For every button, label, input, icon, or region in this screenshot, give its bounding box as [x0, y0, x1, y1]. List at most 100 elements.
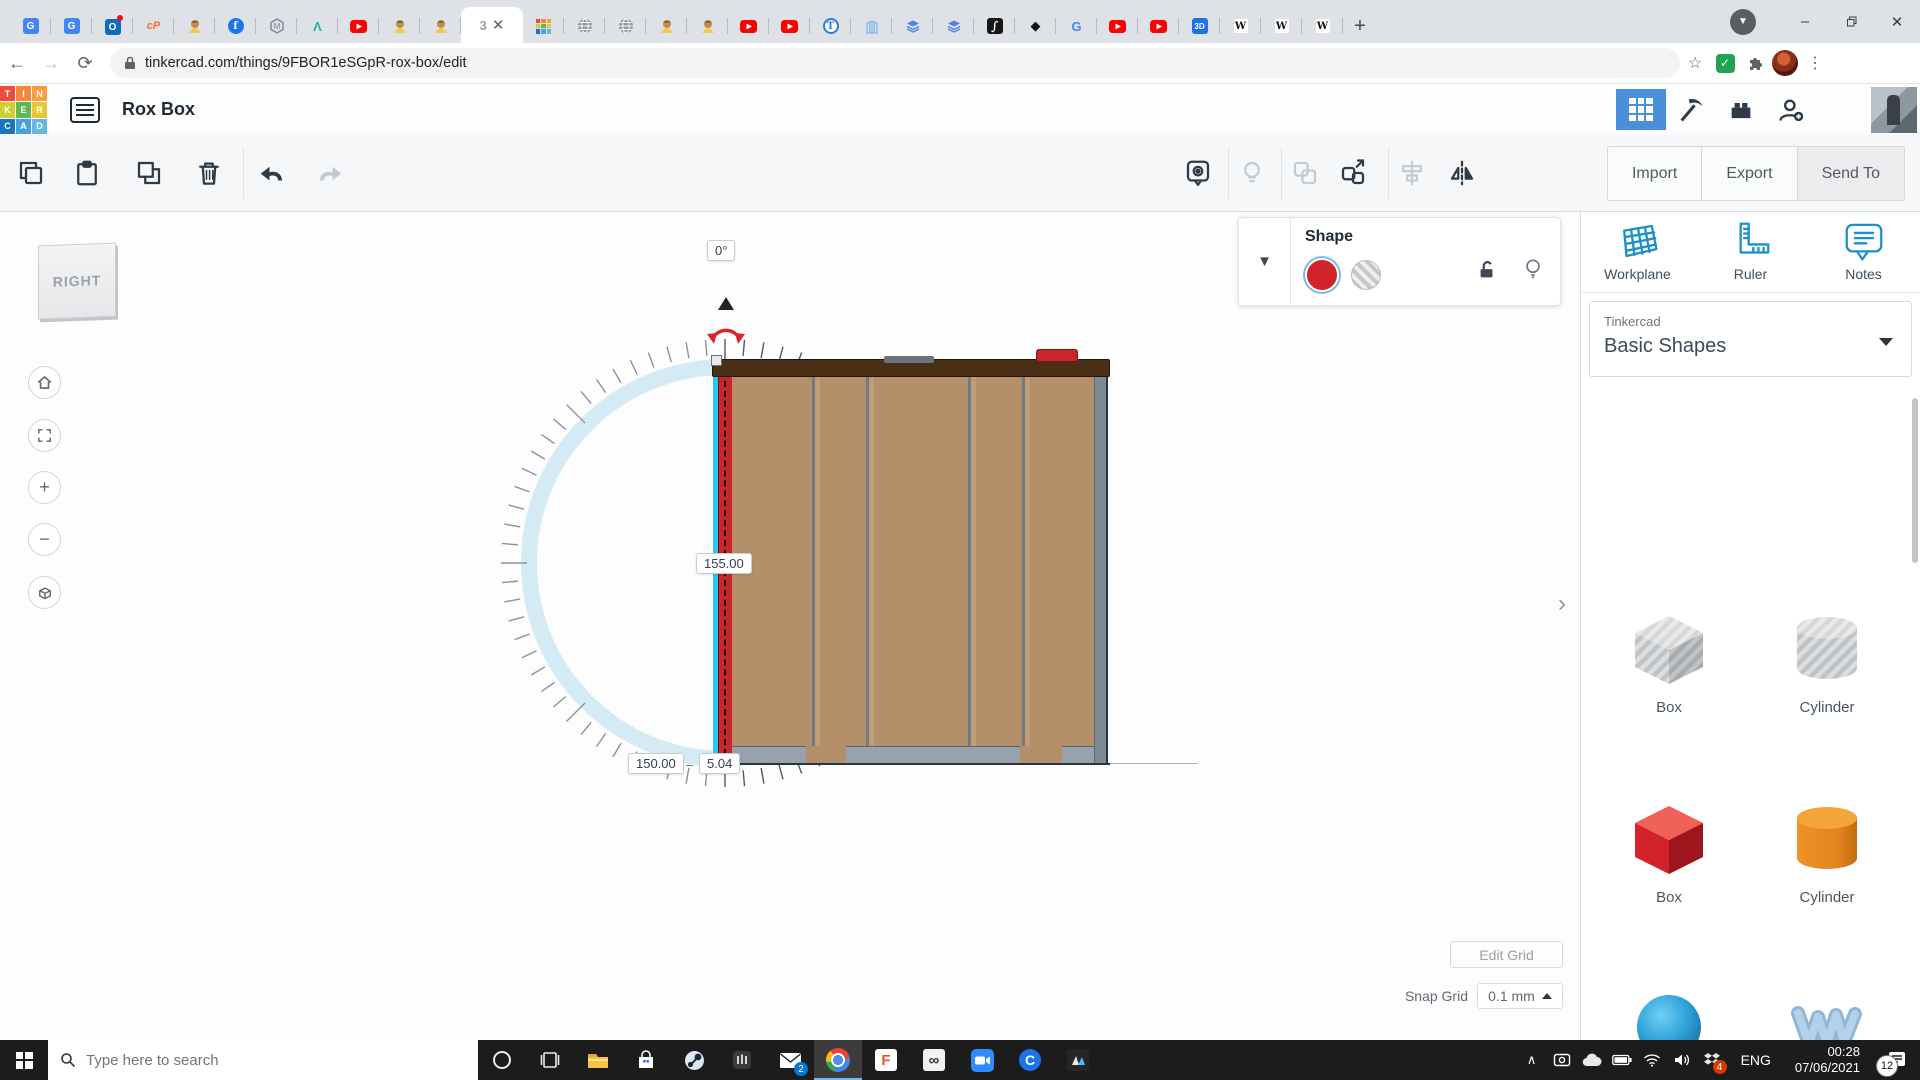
tray-volume-icon[interactable] [1667, 1040, 1697, 1080]
view-cube[interactable]: RIGHT [38, 243, 116, 320]
tab-google-translate[interactable]: G [10, 9, 51, 43]
extensions-puzzle-icon[interactable] [1740, 48, 1770, 78]
dimension-height-field[interactable]: 155.00 [696, 553, 752, 574]
taskbar-search[interactable] [48, 1040, 478, 1080]
language-indicator[interactable]: ENG [1731, 1052, 1781, 1068]
taskbar-steam[interactable] [670, 1040, 718, 1080]
dimension-width-field[interactable]: 150.00 [628, 753, 684, 774]
search-input[interactable] [86, 1052, 446, 1069]
minimize-button[interactable]: – [1782, 4, 1828, 40]
tray-tray-expand-icon[interactable]: ∧ [1517, 1040, 1547, 1080]
tab-library-site[interactable] [892, 9, 933, 43]
duplicate-icon[interactable] [131, 155, 167, 191]
tab-tinkercad-editor[interactable]: 3✕ [461, 7, 523, 43]
copy-icon[interactable] [13, 155, 49, 191]
tab-thingiverse[interactable]: T [810, 9, 851, 43]
scale-handle[interactable] [711, 355, 722, 366]
sidebar-tool-ruler[interactable]: Ruler [1694, 220, 1807, 282]
taskbar-file-explorer[interactable] [574, 1040, 622, 1080]
tray-wifi-icon[interactable] [1637, 1040, 1667, 1080]
undo-icon[interactable] [254, 155, 290, 191]
close-button[interactable]: ✕ [1874, 4, 1920, 40]
bookmark-star-icon[interactable]: ☆ [1680, 48, 1710, 78]
notification-center[interactable]: 12 [1874, 1040, 1920, 1080]
tray-meet-now-icon[interactable] [1547, 1040, 1577, 1080]
tab-wikipedia[interactable]: W [1302, 9, 1343, 43]
tab-cpanel[interactable]: cP [133, 9, 174, 43]
rotation-angle-field[interactable]: 0° [707, 240, 735, 261]
tray-dropbox-icon[interactable]: 4 [1697, 1040, 1727, 1080]
group-icon[interactable] [1287, 155, 1323, 191]
taskbar-task-view[interactable] [526, 1040, 574, 1080]
back-icon[interactable]: ← [0, 46, 34, 80]
tab-3d-site[interactable]: 3D [1179, 9, 1220, 43]
tab-mascot-site[interactable] [174, 9, 215, 43]
tab-inkscape[interactable]: ◆ [1015, 9, 1056, 43]
tab-close-icon[interactable]: ✕ [492, 18, 505, 33]
browser-avatar[interactable] [1770, 48, 1800, 78]
blocks-view-button[interactable] [1616, 89, 1666, 130]
shape-cylinder-orange[interactable]: Cylinder [1767, 800, 1887, 906]
import-button[interactable]: Import [1608, 147, 1702, 200]
tab-youtube[interactable] [1097, 9, 1138, 43]
lightbulb-icon[interactable] [1522, 256, 1544, 287]
edit-grid-button[interactable]: Edit Grid [1450, 941, 1563, 968]
dimension-gap-field[interactable]: 5.04 [699, 753, 740, 774]
mirror-icon[interactable] [1444, 155, 1480, 191]
tab-autodesk[interactable]: Λ [297, 9, 338, 43]
redo-icon[interactable] [312, 155, 348, 191]
taskbar-app-c[interactable]: C [1006, 1040, 1054, 1080]
tab-google-translate[interactable]: G [51, 9, 92, 43]
zoom-in-button[interactable]: + [28, 471, 61, 504]
rotate-handle-icon[interactable] [704, 320, 748, 346]
paste-icon[interactable] [69, 155, 105, 191]
zoom-out-button[interactable]: − [28, 523, 61, 556]
tab-library-site[interactable] [933, 9, 974, 43]
shape-cube-red[interactable]: Box [1609, 800, 1729, 906]
tray-battery-icon[interactable] [1607, 1040, 1637, 1080]
delete-icon[interactable] [191, 155, 227, 191]
tinkercad-logo[interactable]: TINKERCAD [0, 86, 47, 134]
tab-web-page[interactable] [605, 9, 646, 43]
tab-youtube[interactable] [728, 9, 769, 43]
sidebar-collapse-icon[interactable]: › [1558, 590, 1566, 618]
new-tab-button[interactable]: + [1343, 9, 1377, 43]
sidebar-tool-workplane[interactable]: Workplane [1581, 220, 1694, 282]
sidebar-scrollbar[interactable] [1912, 398, 1918, 563]
export-button[interactable]: Export [1702, 147, 1797, 200]
user-avatar[interactable] [1871, 87, 1917, 133]
taskbar-mail[interactable]: 2 [766, 1040, 814, 1080]
url-bar[interactable]: tinkercad.com/things/9FBOR1eSGpR-rox-box… [110, 48, 1680, 78]
tab-mascot-site[interactable] [646, 9, 687, 43]
color-swatch-selected[interactable] [1305, 258, 1339, 292]
tab-facebook[interactable]: f [215, 9, 256, 43]
tab-mascot-site[interactable] [420, 9, 461, 43]
taskbar-app-f[interactable]: F [862, 1040, 910, 1080]
shape-library-dropdown[interactable]: Tinkercad Basic Shapes [1589, 301, 1912, 377]
tab-blue-app[interactable] [851, 9, 892, 43]
taskbar-chrome[interactable] [814, 1040, 862, 1080]
tab-google[interactable]: G [1056, 9, 1097, 43]
extension-check-icon[interactable]: ✓ [1710, 48, 1740, 78]
align-icon[interactable] [1394, 155, 1430, 191]
ungroup-icon[interactable] [1335, 155, 1371, 191]
snap-grid-dropdown[interactable]: 0.1 mm [1477, 983, 1563, 1009]
tab-wikipedia[interactable]: W [1220, 9, 1261, 43]
send-to-button[interactable]: Send To [1798, 147, 1904, 200]
shape-cylinder-striped[interactable]: Cylinder [1767, 610, 1887, 716]
sidebar-tool-notes[interactable]: Notes [1807, 220, 1920, 282]
design-title[interactable]: Rox Box [122, 99, 195, 120]
taskbar-microsoft-store[interactable] [622, 1040, 670, 1080]
tab-web-page[interactable] [564, 9, 605, 43]
browser-profile-icon[interactable]: ▼ [1730, 9, 1756, 35]
tab-j-app[interactable]: ∫ [974, 9, 1015, 43]
clock[interactable]: 00:28 07/06/2021 [1785, 1044, 1870, 1076]
tab-mascot-site[interactable] [379, 9, 420, 43]
fit-view-button[interactable] [28, 419, 61, 452]
inspect-icon[interactable] [1180, 155, 1216, 191]
light-icon[interactable] [1234, 155, 1270, 191]
tab-outlook[interactable]: O [92, 9, 133, 43]
perspective-button[interactable] [28, 576, 61, 609]
taskbar-cortana[interactable] [478, 1040, 526, 1080]
tab-mascot-site[interactable] [687, 9, 728, 43]
